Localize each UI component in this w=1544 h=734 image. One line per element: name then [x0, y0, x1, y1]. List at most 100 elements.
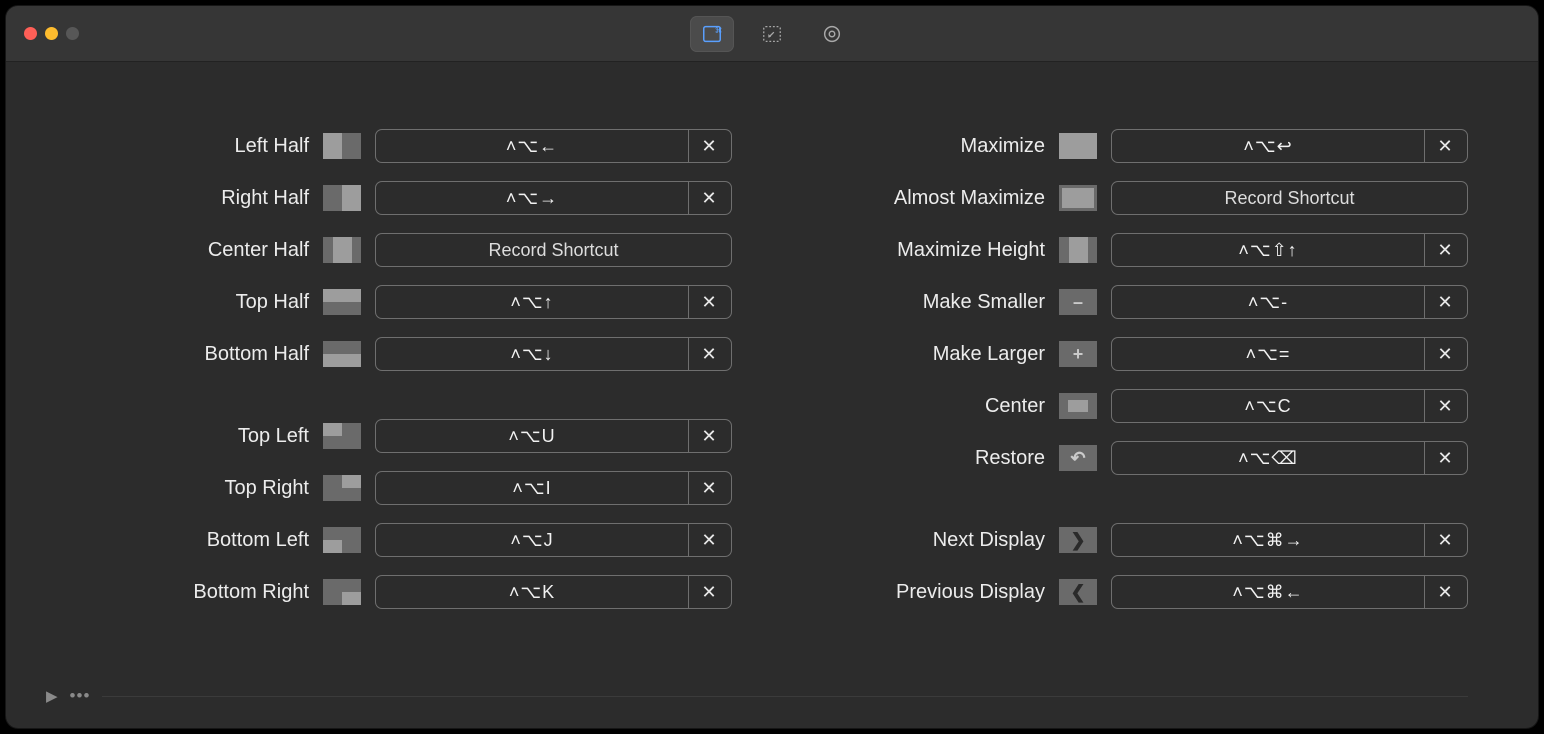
footer: ▶ ••• — [46, 676, 1468, 706]
action-label: Restore — [812, 447, 1045, 470]
action-label: Make Larger — [812, 343, 1045, 366]
clear-shortcut-button[interactable]: ✕ — [682, 471, 732, 505]
action-label: Bottom Right — [76, 581, 309, 604]
shortcut-field[interactable]: Record Shortcut — [375, 233, 732, 267]
layout-thumbnail-icon: + — [1059, 341, 1097, 367]
shortcut-field[interactable]: ˄⌥- — [1111, 285, 1425, 319]
clear-shortcut-button[interactable]: ✕ — [682, 523, 732, 557]
shortcut-recorder[interactable]: Record Shortcut — [375, 233, 732, 267]
clear-shortcut-button[interactable]: ✕ — [682, 129, 732, 163]
shortcut-field[interactable]: ˄⌥→ — [375, 181, 689, 215]
shortcut-recorder[interactable]: ˄⌥-✕ — [1111, 285, 1468, 319]
clear-shortcut-button[interactable]: ✕ — [1418, 285, 1468, 319]
action-label: Top Half — [76, 291, 309, 314]
shortcut-recorder[interactable]: ˄⌥J✕ — [375, 523, 732, 557]
shortcut-row: Previous Display❮˄⌥⌘←✕ — [812, 566, 1468, 618]
tab-snap-areas[interactable] — [750, 16, 794, 52]
layout-thumbnail-icon — [1059, 393, 1097, 419]
shortcut-field[interactable]: ˄⌥← — [375, 129, 689, 163]
shortcut-row: Maximize Height ˄⌥⇧↑✕ — [812, 224, 1468, 276]
shortcut-field[interactable]: ˄⌥= — [1111, 337, 1425, 371]
shortcut-row: Top Half ˄⌥↑✕ — [76, 276, 732, 328]
layout-thumbnail-icon — [323, 341, 361, 367]
shortcut-recorder[interactable]: Record Shortcut — [1111, 181, 1468, 215]
shortcut-row: Maximize ˄⌥↩✕ — [812, 120, 1468, 172]
zoom-button[interactable] — [66, 27, 79, 40]
minimize-button[interactable] — [45, 27, 58, 40]
shortcut-field[interactable]: ˄⌥↑ — [375, 285, 689, 319]
shortcut-row: Left Half ˄⌥←✕ — [76, 120, 732, 172]
shortcut-field[interactable]: Record Shortcut — [1111, 181, 1468, 215]
shortcut-recorder[interactable]: ˄⌥⌫✕ — [1111, 441, 1468, 475]
layout-thumbnail-icon — [323, 579, 361, 605]
shortcut-field[interactable]: ˄⌥⇧↑ — [1111, 233, 1425, 267]
shortcut-recorder[interactable]: ˄⌥↓✕ — [375, 337, 732, 371]
shortcut-field[interactable]: ˄⌥I — [375, 471, 689, 505]
layout-thumbnail-icon — [323, 289, 361, 315]
shortcut-row: Bottom Half ˄⌥↓✕ — [76, 328, 732, 380]
layout-thumbnail-icon — [323, 133, 361, 159]
content: Left Half˄⌥←✕Right Half˄⌥→✕Center HalfRe… — [6, 62, 1538, 728]
action-label: Previous Display — [812, 581, 1045, 604]
clear-shortcut-button[interactable]: ✕ — [682, 575, 732, 609]
shortcut-field[interactable]: ˄⌥⌘← — [1111, 575, 1425, 609]
layout-thumbnail-icon — [1059, 185, 1097, 211]
shortcut-recorder[interactable]: ˄⌥K✕ — [375, 575, 732, 609]
close-button[interactable] — [24, 27, 37, 40]
clear-shortcut-button[interactable]: ✕ — [1418, 389, 1468, 423]
layout-thumbnail-icon: ❯ — [1059, 527, 1097, 553]
shortcut-recorder[interactable]: ˄⌥U✕ — [375, 419, 732, 453]
disclosure-triangle-icon[interactable]: ▶ — [46, 687, 58, 705]
shortcut-recorder[interactable]: ˄⌥⌘→✕ — [1111, 523, 1468, 557]
action-label: Center Half — [76, 239, 309, 262]
layout-thumbnail-icon — [323, 185, 361, 211]
shortcut-row: Make Smaller–˄⌥-✕ — [812, 276, 1468, 328]
layout-thumbnail-icon — [323, 527, 361, 553]
svg-text:⌘: ⌘ — [715, 26, 722, 35]
tab-settings[interactable] — [810, 16, 854, 52]
layout-thumbnail-icon — [323, 475, 361, 501]
action-label: Bottom Half — [76, 343, 309, 366]
more-icon[interactable]: ••• — [70, 686, 91, 706]
shortcut-field[interactable]: ˄⌥↓ — [375, 337, 689, 371]
shortcut-field[interactable]: ˄⌥U — [375, 419, 689, 453]
clear-shortcut-button[interactable]: ✕ — [682, 337, 732, 371]
action-label: Bottom Left — [76, 529, 309, 552]
layout-thumbnail-icon — [323, 423, 361, 449]
action-label: Almost Maximize — [812, 187, 1045, 210]
clear-shortcut-button[interactable]: ✕ — [682, 181, 732, 215]
shortcut-recorder[interactable]: ˄⌥↑✕ — [375, 285, 732, 319]
shortcut-field[interactable]: ˄⌥K — [375, 575, 689, 609]
shortcut-field[interactable]: ˄⌥C — [1111, 389, 1425, 423]
clear-shortcut-button[interactable]: ✕ — [1418, 129, 1468, 163]
layout-thumbnail-icon — [1059, 133, 1097, 159]
shortcut-recorder[interactable]: ˄⌥C✕ — [1111, 389, 1468, 423]
action-label: Left Half — [76, 135, 309, 158]
clear-shortcut-button[interactable]: ✕ — [682, 419, 732, 453]
shortcut-field[interactable]: ˄⌥↩ — [1111, 129, 1425, 163]
shortcut-recorder[interactable]: ˄⌥↩✕ — [1111, 129, 1468, 163]
shortcut-field[interactable]: ˄⌥J — [375, 523, 689, 557]
clear-shortcut-button[interactable]: ✕ — [1418, 337, 1468, 371]
shortcut-row: Center˄⌥C✕ — [812, 380, 1468, 432]
tab-shortcuts[interactable]: ⌘ — [690, 16, 734, 52]
shortcut-recorder[interactable]: ˄⌥⇧↑✕ — [1111, 233, 1468, 267]
preferences-window: ⌘ Left Half˄⌥←✕Right Half˄⌥→✕Ce — [6, 6, 1538, 728]
clear-shortcut-button[interactable]: ✕ — [682, 285, 732, 319]
clear-shortcut-button[interactable]: ✕ — [1418, 523, 1468, 557]
divider — [102, 696, 1468, 697]
shortcut-field[interactable]: ˄⌥⌘→ — [1111, 523, 1425, 557]
clear-shortcut-button[interactable]: ✕ — [1418, 441, 1468, 475]
shortcut-recorder[interactable]: ˄⌥←✕ — [375, 129, 732, 163]
shortcut-row: Next Display❯˄⌥⌘→✕ — [812, 514, 1468, 566]
shortcut-recorder[interactable]: ˄⌥→✕ — [375, 181, 732, 215]
action-label: Maximize — [812, 135, 1045, 158]
shortcut-field[interactable]: ˄⌥⌫ — [1111, 441, 1425, 475]
action-label: Make Smaller — [812, 291, 1045, 314]
shortcut-recorder[interactable]: ˄⌥=✕ — [1111, 337, 1468, 371]
clear-shortcut-button[interactable]: ✕ — [1418, 233, 1468, 267]
action-label: Maximize Height — [812, 239, 1045, 262]
shortcut-recorder[interactable]: ˄⌥I✕ — [375, 471, 732, 505]
clear-shortcut-button[interactable]: ✕ — [1418, 575, 1468, 609]
shortcut-recorder[interactable]: ˄⌥⌘←✕ — [1111, 575, 1468, 609]
